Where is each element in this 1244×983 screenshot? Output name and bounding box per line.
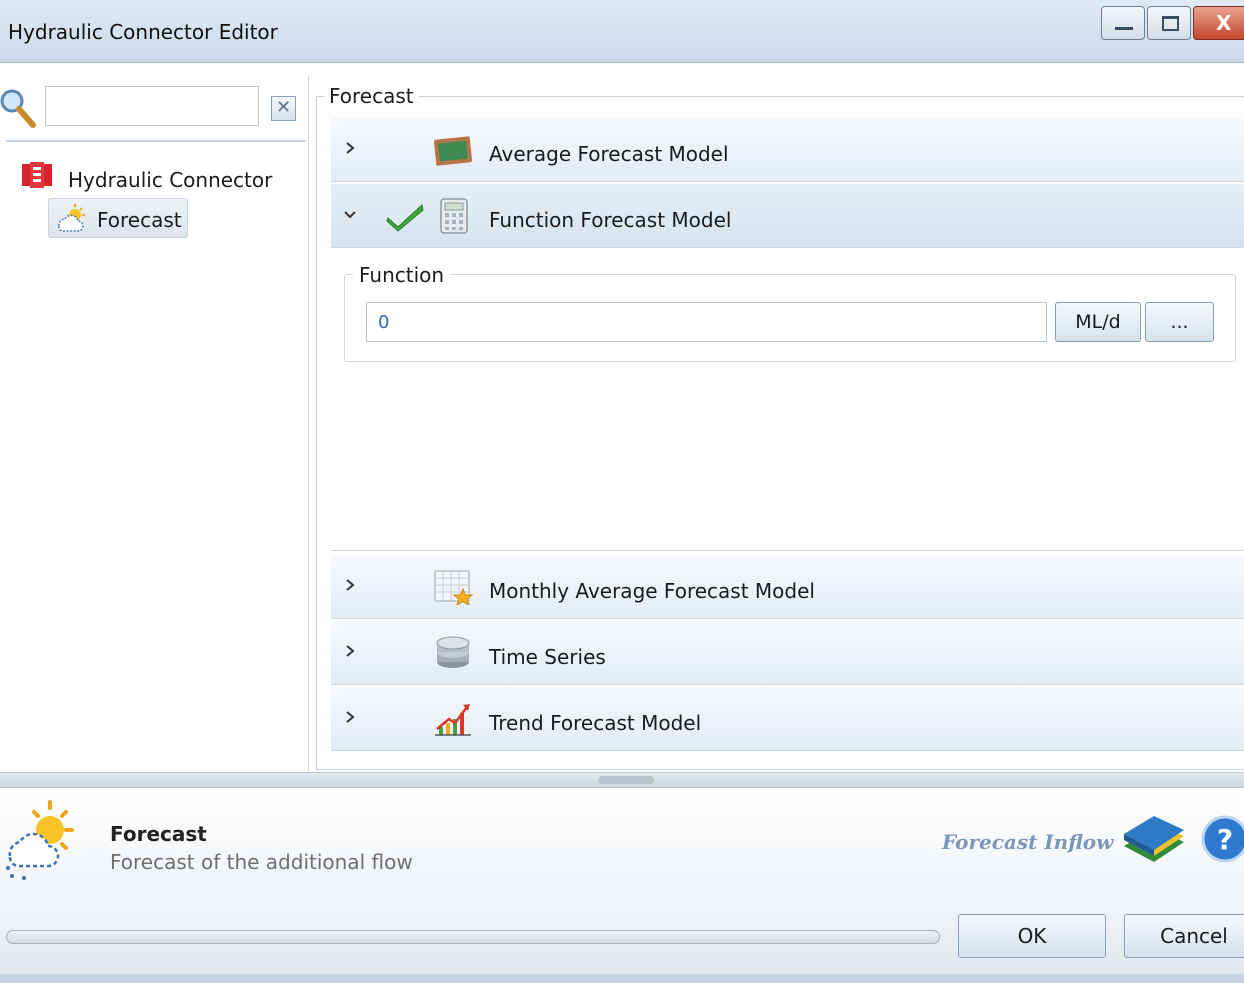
book-icon[interactable]	[1120, 812, 1188, 872]
weather-icon	[6, 800, 74, 880]
trend-chart-icon	[435, 704, 471, 736]
close-button[interactable]: X	[1193, 6, 1244, 40]
chalkboard-icon	[433, 136, 473, 166]
accordion-time-series[interactable]: Time Series	[331, 621, 1244, 685]
accordion-label: Time Series	[489, 645, 606, 669]
unit-button[interactable]: ML/d	[1055, 302, 1141, 342]
close-icon: X	[1216, 11, 1232, 35]
connector-icon	[22, 162, 52, 188]
weather-icon	[58, 204, 85, 232]
accordion-label: Average Forecast Model	[489, 142, 729, 166]
clear-icon: ✕	[275, 97, 292, 118]
window-title: Hydraulic Connector Editor	[8, 20, 278, 44]
tree-item-forecast[interactable]: Forecast	[48, 198, 188, 238]
ok-button[interactable]: OK	[958, 914, 1106, 958]
title-bar: Hydraulic Connector Editor	[0, 0, 1244, 63]
chevron-right-icon	[346, 711, 355, 723]
function-editor-button[interactable]: ...	[1145, 302, 1214, 342]
accordion-trend-forecast-model[interactable]: Trend Forecast Model	[331, 687, 1244, 751]
progress-bar	[6, 930, 940, 944]
cancel-button[interactable]: Cancel	[1124, 914, 1244, 958]
bottom-border	[0, 974, 1244, 983]
forecast-group-title: Forecast	[324, 84, 419, 108]
help-icon[interactable]: ?	[1198, 812, 1244, 866]
calendar-star-icon	[434, 570, 473, 605]
search-icon	[0, 89, 36, 128]
accordion-label: Trend Forecast Model	[489, 711, 702, 735]
info-subtitle: Forecast of the additional flow	[110, 850, 413, 874]
svg-text:?: ?	[1217, 823, 1233, 856]
check-icon	[386, 204, 424, 232]
chevron-right-icon	[346, 645, 355, 657]
database-icon	[436, 636, 470, 668]
minimize-button[interactable]	[1101, 6, 1145, 40]
tree-root-label: Hydraulic Connector	[68, 168, 273, 192]
calculator-icon	[440, 198, 468, 234]
accordion-monthly-average-forecast-model[interactable]: Monthly Average Forecast Model	[331, 555, 1244, 619]
forecast-inflow-link[interactable]: Forecast Inflow	[942, 830, 1113, 854]
chevron-right-icon	[346, 579, 355, 591]
function-value: 0	[378, 312, 390, 333]
divider	[6, 140, 306, 142]
accordion-label: Monthly Average Forecast Model	[489, 579, 815, 603]
chevron-down-icon	[344, 211, 356, 219]
function-input[interactable]: 0	[366, 302, 1047, 342]
search-input[interactable]	[45, 86, 259, 126]
accordion-average-forecast-model[interactable]: Average Forecast Model	[331, 118, 1244, 182]
chevron-right-icon	[346, 142, 355, 154]
splitter-grip[interactable]	[598, 776, 654, 784]
clear-search-button[interactable]: ✕	[271, 96, 296, 121]
maximize-button[interactable]	[1147, 6, 1191, 40]
accordion-function-forecast-model[interactable]: Function Forecast Model	[331, 184, 1244, 248]
accordion-label: Function Forecast Model	[489, 208, 732, 232]
function-group-title: Function	[353, 263, 451, 287]
info-title: Forecast	[110, 822, 207, 846]
tree-child-label: Forecast	[97, 208, 182, 232]
